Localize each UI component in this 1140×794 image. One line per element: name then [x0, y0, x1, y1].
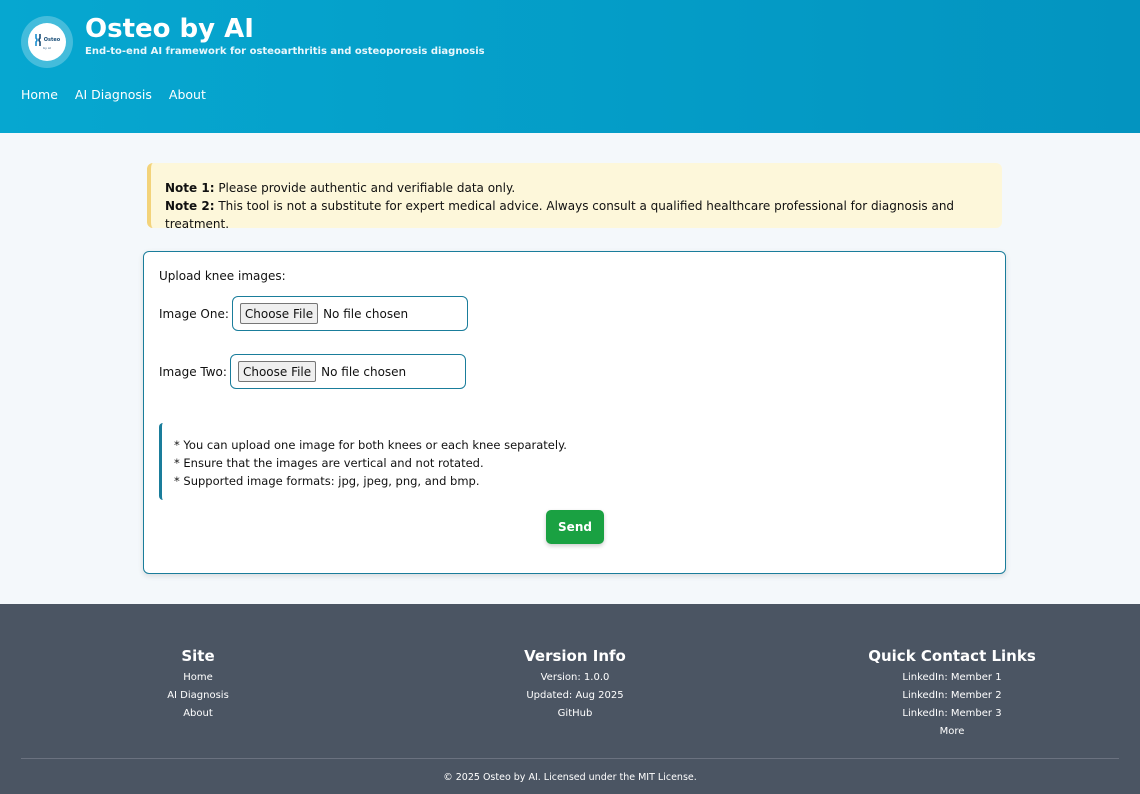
site-header: Osteo by AI Osteo by AI End-to-end AI fr… [0, 0, 1140, 133]
app-subtitle: End-to-end AI framework for osteoarthrit… [85, 46, 485, 57]
image-two-file-input[interactable]: Choose File No file chosen [229, 354, 466, 389]
logo-text: Osteo [43, 37, 61, 43]
note-2-label: Note 2: [165, 199, 215, 213]
logo[interactable]: Osteo by AI [21, 16, 73, 68]
note-2: Note 2: This tool is not a substitute fo… [165, 197, 1002, 233]
knee-joint-logo-icon [34, 34, 41, 46]
footer-link-linkedin-member-3[interactable]: LinkedIn: Member 3 [832, 705, 1072, 723]
note-1: Note 1: Please provide authentic and ver… [165, 179, 1002, 197]
image-one-row: Image One: Choose File No file chosen [159, 296, 468, 331]
upload-form: Upload knee images: Image One: Choose Fi… [143, 251, 1006, 574]
image-two-label: Image Two: [159, 364, 227, 379]
image-one-file-input[interactable]: Choose File No file chosen [231, 296, 468, 331]
version-number: Version: 1.0.0 [540, 672, 610, 683]
footer-link-linkedin-member-1[interactable]: LinkedIn: Member 1 [832, 669, 1072, 687]
image-one-choose-file-button[interactable]: Choose File [239, 303, 319, 324]
footer-link-home[interactable]: Home [78, 669, 318, 687]
logo-mark: Osteo [34, 34, 60, 46]
upload-heading: Upload knee images: [159, 269, 286, 283]
image-two-status: No file chosen [321, 364, 407, 379]
nav-about[interactable]: About [169, 87, 206, 102]
footer-version-column: Version Info Version: 1.0.0 Updated: Aug… [455, 647, 695, 723]
tip-item: * You can upload one image for both knee… [174, 438, 567, 452]
disclaimer-note: Note 1: Please provide authentic and ver… [147, 163, 1002, 231]
image-two-row: Image Two: Choose File No file chosen [159, 354, 466, 389]
nav-ai-diagnosis[interactable]: AI Diagnosis [75, 87, 152, 102]
nav-home[interactable]: Home [21, 87, 58, 102]
footer-link-github[interactable]: GitHub [455, 705, 695, 723]
note-1-label: Note 1: [165, 181, 215, 195]
footer-link-linkedin-member-2[interactable]: LinkedIn: Member 2 [832, 687, 1072, 705]
footer-contact-column: Quick Contact Links LinkedIn: Member 1 L… [832, 647, 1072, 741]
tip-item: * Ensure that the images are vertical an… [174, 456, 484, 470]
version-updated: Updated: Aug 2025 [526, 690, 624, 701]
logo-subtext: by AI [43, 46, 51, 50]
footer-version-heading: Version Info [524, 647, 626, 665]
footer-link-ai-diagnosis[interactable]: AI Diagnosis [78, 687, 318, 705]
send-button[interactable]: Send [546, 510, 604, 544]
image-two-choose-file-button[interactable]: Choose File [237, 361, 317, 382]
footer-contact-heading: Quick Contact Links [868, 647, 1036, 665]
footer-site-column: Site Home AI Diagnosis About [78, 647, 318, 723]
note-1-text: Please provide authentic and verifiable … [214, 181, 516, 195]
footer-divider [21, 758, 1119, 759]
footer-site-heading: Site [181, 647, 215, 665]
main-nav: Home AI Diagnosis About [21, 87, 206, 102]
app-title: Osteo by AI [85, 14, 254, 44]
footer-link-more[interactable]: More [832, 723, 1072, 741]
copyright-text: © 2025 Osteo by AI. Licensed under the M… [443, 772, 697, 783]
site-footer: Site Home AI Diagnosis About Version Inf… [0, 604, 1140, 794]
tip-item: * Supported image formats: jpg, jpeg, pn… [174, 474, 480, 488]
upload-tips: * You can upload one image for both knee… [159, 423, 659, 500]
footer-link-about[interactable]: About [78, 705, 318, 723]
image-one-status: No file chosen [323, 306, 409, 321]
image-one-label: Image One: [159, 306, 229, 321]
note-2-text: This tool is not a substitute for expert… [165, 199, 955, 231]
logo-badge: Osteo by AI [28, 23, 66, 61]
